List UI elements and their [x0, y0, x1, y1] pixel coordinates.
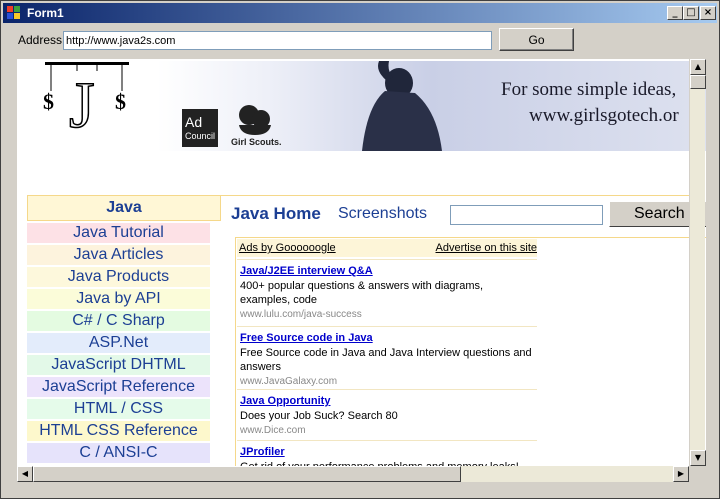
close-icon: ×	[703, 7, 713, 18]
arrow-left-icon: ◀	[21, 469, 29, 478]
address-label: Address	[18, 33, 63, 47]
svg-text:J: J	[69, 69, 95, 136]
ad-title-link[interactable]: Java/J2EE interview Q&A	[240, 264, 535, 279]
ad-description: 400+ popular questions & answers with di…	[240, 280, 484, 306]
nav-item-link[interactable]: HTML / CSS	[27, 399, 210, 419]
girl-silhouette-image	[362, 61, 442, 151]
ad-description: Free Source code in Java and Java Interv…	[240, 347, 532, 373]
nav-header: Java	[27, 195, 221, 221]
ad-url: www.lulu.com/java-success	[240, 309, 362, 320]
screenshots-link[interactable]: Screenshots	[338, 205, 427, 223]
ad-item: Java Opportunity Does your Job Suck? Sear…	[237, 389, 537, 438]
app-window: Form1 _ □ × Address Go $ $ J Ad Council	[0, 0, 720, 499]
java-home-link[interactable]: Java Home	[231, 204, 321, 224]
scroll-corner	[689, 466, 705, 482]
search-input[interactable]	[450, 205, 603, 225]
svg-text:$: $	[115, 89, 126, 114]
scroll-right-button[interactable]: ▶	[673, 466, 689, 482]
horizontal-scrollbar[interactable]: ◀ ▶	[17, 466, 689, 482]
ad-title-link[interactable]: Free Source code in Java	[240, 331, 535, 346]
svg-text:$: $	[43, 89, 54, 114]
java2s-logo: $ $ J	[43, 62, 129, 136]
advertise-link[interactable]: Advertise on this site	[436, 242, 538, 254]
ads-panel: Ads by Goooooogle Advertise on this site…	[237, 239, 537, 466]
nav-border-divider	[221, 195, 691, 196]
ad-item: Free Source code in Java Free Source code…	[237, 326, 537, 389]
nav-item-link[interactable]: HTML CSS Reference	[27, 421, 210, 441]
arrow-right-icon: ▶	[677, 469, 685, 478]
nav-item-link[interactable]: ASP.Net	[27, 333, 210, 353]
address-input[interactable]	[63, 31, 492, 50]
title-bar[interactable]: Form1 _ □ ×	[3, 3, 717, 23]
close-button[interactable]: ×	[700, 6, 716, 20]
app-icon	[7, 6, 21, 20]
scroll-up-button[interactable]: ▲	[690, 59, 706, 75]
advertisement-banner[interactable]: Ad Council Girl Scouts. For some simple …	[157, 61, 706, 151]
maximize-icon: □	[686, 7, 696, 18]
nav-item-link[interactable]: C# / C Sharp	[27, 311, 210, 331]
nav-item-link[interactable]: JavaScript Reference	[27, 377, 210, 397]
nav-item-link[interactable]: Java Articles	[27, 245, 210, 265]
vertical-scroll-thumb[interactable]	[690, 75, 706, 89]
minimize-button[interactable]: _	[667, 6, 683, 20]
horizontal-scroll-thumb[interactable]	[33, 466, 461, 482]
banner-text-line1: For some simple ideas,	[501, 79, 677, 100]
nav-item-link[interactable]: Java Products	[27, 267, 210, 287]
arrow-down-icon: ▼	[694, 453, 702, 462]
web-browser-view: $ $ J Ad Council Girl Scouts. For some s…	[17, 59, 706, 466]
go-button[interactable]: Go	[499, 28, 574, 51]
ad-url: www.Dice.com	[240, 425, 306, 436]
ads-header: Ads by Goooooogle Advertise on this site	[237, 239, 537, 257]
banner-text-line2: www.girlsgotech.or	[529, 105, 679, 126]
ad-description: Does your Job Suck? Search 80	[240, 410, 398, 422]
nav-item-link[interactable]: Java by API	[27, 289, 210, 309]
ad-url: www.JavaGalaxy.com	[240, 376, 338, 387]
nav-item-link[interactable]: JavaScript DHTML	[27, 355, 210, 375]
vertical-scrollbar[interactable]: ▲ ▼	[689, 59, 706, 466]
ad-title-link[interactable]: JProfiler	[240, 445, 535, 460]
ad-title-link[interactable]: Java Opportunity	[240, 394, 535, 409]
ads-by-link[interactable]: Ads by Goooooogle	[239, 242, 336, 254]
window-title: Form1	[27, 6, 64, 20]
maximize-button[interactable]: □	[683, 6, 699, 20]
girl-scouts-text: Girl Scouts.	[231, 137, 282, 147]
nav-item-link[interactable]: C / ANSI-C	[27, 443, 210, 463]
scroll-left-button[interactable]: ◀	[17, 466, 33, 482]
minimize-icon: _	[672, 7, 678, 18]
ad-item: JProfilerGet rid of your performance pro…	[237, 440, 537, 466]
scroll-down-button[interactable]: ▼	[690, 450, 706, 466]
nav-item-link[interactable]: Java Tutorial	[27, 223, 210, 243]
ad-item: Java/J2EE interview Q&A 400+ popular ques…	[237, 259, 537, 322]
adcouncil-logo: Ad Council	[182, 109, 218, 147]
arrow-up-icon: ▲	[694, 62, 702, 71]
